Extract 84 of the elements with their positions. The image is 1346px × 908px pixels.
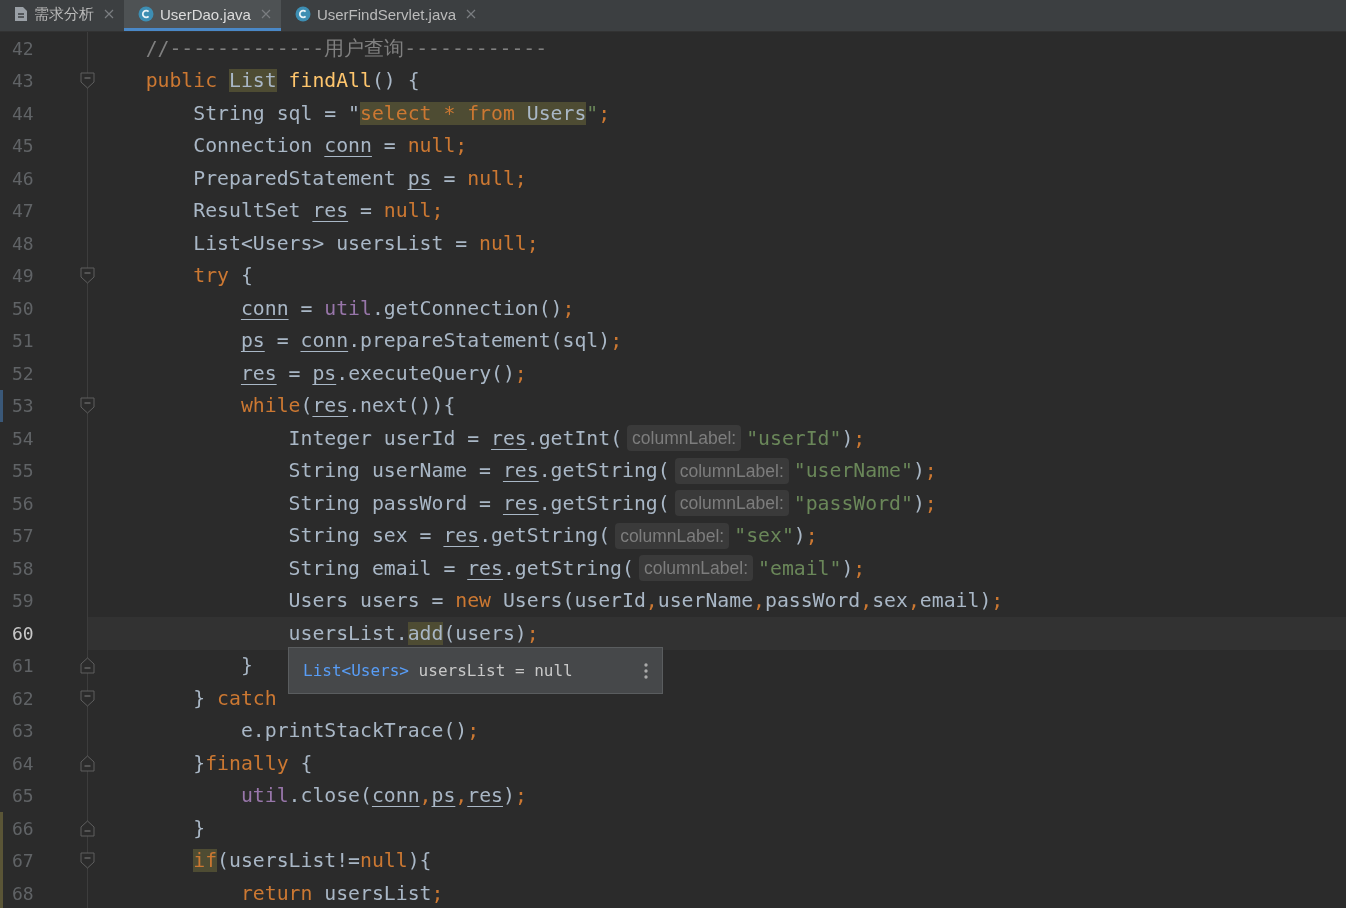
fold-icon[interactable] [80,754,95,772]
parameter-hint: columnLabel: [674,457,789,484]
code-text: List<Users> usersList = null; [193,231,539,255]
parameter-hint: columnLabel: [615,522,730,549]
code-text: res = ps.executeQuery(); [240,361,527,385]
code-text: if(usersList!=null){ [193,849,432,873]
line-number: 55 [11,460,35,482]
code-text: String sql = "select * from Users"; [193,101,611,125]
close-icon[interactable] [260,9,271,19]
editor-tab[interactable]: UserDao.java [124,0,281,31]
code-text: Users users = new Users(userId,userName,passWord,sex,email); [288,589,1004,613]
line-number: 62 [11,687,35,709]
line-number: 50 [11,297,35,319]
code-text: try { [193,264,253,288]
line-number: 48 [11,232,35,254]
close-icon[interactable] [466,9,477,19]
code-text: PreparedStatement ps = null; [193,166,527,190]
line-number: 52 [11,362,35,384]
code-text: "email"); [758,556,866,580]
line-number: 56 [11,492,35,514]
parameter-hint: columnLabel: [627,425,742,452]
close-icon[interactable] [104,9,114,19]
fold-icon[interactable] [80,267,95,285]
line-number: 63 [11,720,35,742]
parameter-hint: columnLabel: [674,490,789,517]
line-number: 49 [11,265,35,287]
line-number: 61 [11,655,35,677]
editor-tab[interactable]: UserFindServlet.java [280,0,487,31]
fold-icon[interactable] [80,819,95,837]
line-number: 60 [11,622,35,644]
line-number: 43 [11,70,35,92]
line-number: 57 [11,525,35,547]
more-icon[interactable] [644,662,648,679]
code-text: Connection conn = null; [193,134,468,158]
code-text: "passWord"); [793,491,937,515]
code-text: while(res.next()){ [240,394,456,418]
line-number: 64 [11,752,35,774]
code-text: } [193,816,206,840]
code-text: //-------------用户查询------------ [145,35,548,62]
class-icon [138,6,154,22]
editor-tab[interactable]: 需求分析 [0,0,124,31]
code-text: ps = conn.prepareStatement(sql); [240,329,623,353]
code-text: util.close(conn,ps,res); [240,784,527,808]
code-text: "userId"); [746,426,866,450]
line-number: 51 [11,330,35,352]
popup-text: List<Users> usersList = null [303,661,573,680]
line-number: 59 [11,590,35,612]
line-number: 58 [11,557,35,579]
fold-icon[interactable] [80,72,95,90]
line-number: 68 [11,882,35,904]
fold-icon[interactable] [80,689,95,707]
code-text: Integer userId = res.getInt( [288,426,623,450]
code-text: }finally { [193,751,313,775]
line-number: 45 [11,135,35,157]
parameter-hint: columnLabel: [638,555,754,582]
code-text: String sex = res.getString( [288,524,611,548]
fold-icon[interactable] [80,397,95,415]
code-text: e.printStackTrace(); [240,719,480,743]
document-icon [14,6,28,22]
fold-icon[interactable] [80,852,95,870]
line-number: 66 [11,817,35,839]
code-text: return usersList; [240,881,444,905]
change-marker [0,389,3,422]
line-number: 47 [11,200,35,222]
code-text: ResultSet res = null; [193,199,444,223]
code-text: usersList.add(users); [288,621,539,645]
line-number: 46 [11,167,35,189]
line-number: 44 [11,102,35,124]
code-text: String email = res.getString( [288,556,634,580]
code-text: "sex"); [734,524,818,548]
line-number: 53 [11,395,35,417]
line-number: 67 [11,850,35,872]
line-number: 54 [11,427,35,449]
code-text: public List findAll() { [145,69,420,93]
line-number: 65 [11,785,35,807]
code-text: } catch [193,686,277,710]
code-text: String userName = res.getString( [288,459,670,483]
class-icon [294,6,311,22]
code-text: String passWord = res.getString( [288,491,670,515]
code-text: "userName"); [793,459,937,483]
line-number: 42 [11,37,35,59]
code-text: conn = util.getConnection(); [240,296,575,320]
fold-icon[interactable] [80,657,95,675]
code-text: } [240,654,253,678]
